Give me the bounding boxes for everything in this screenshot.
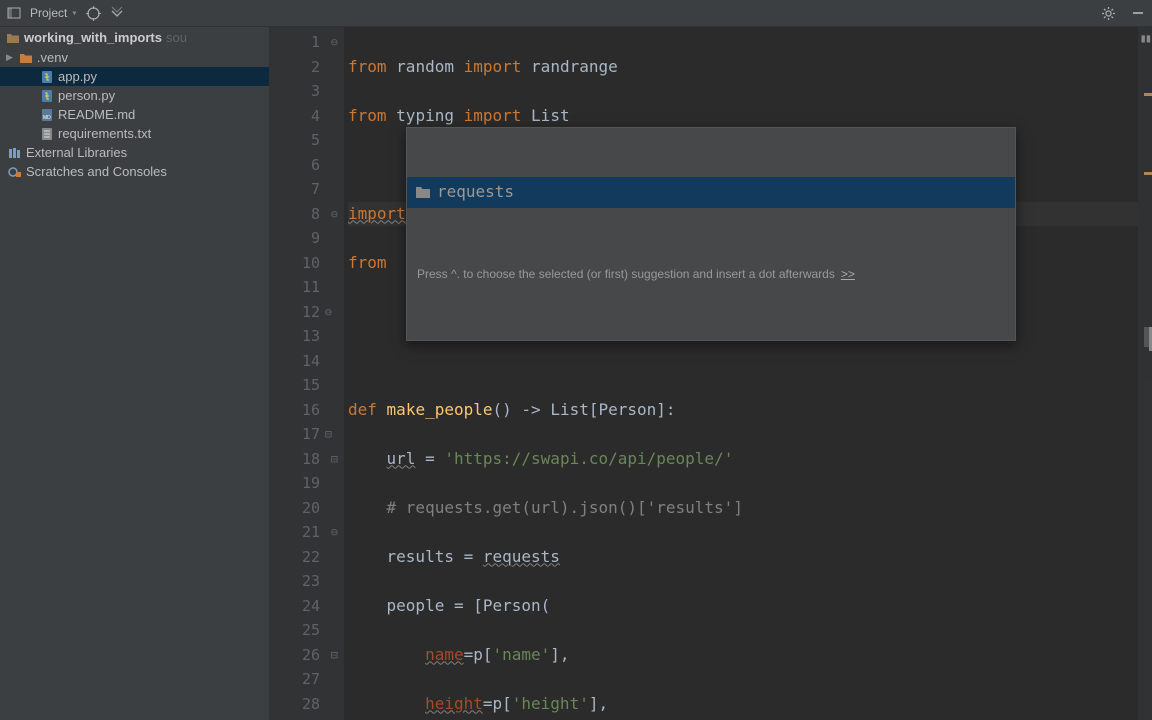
- completion-popup[interactable]: requests Press ^. to choose the selected…: [406, 127, 1016, 341]
- tree-item-external-libs[interactable]: External Libraries: [0, 143, 269, 162]
- tree-item-label: person.py: [58, 88, 115, 103]
- project-root[interactable]: working_with_imports sou: [0, 27, 269, 48]
- target-icon[interactable]: [85, 5, 101, 21]
- editor-scrollbar[interactable]: ▮▮: [1138, 27, 1152, 720]
- completion-item-label: requests: [437, 180, 514, 205]
- completion-hint-link[interactable]: >>: [841, 262, 855, 287]
- top-toolbar: Project ▾: [0, 0, 1152, 27]
- tree-item-venv[interactable]: ▶ .venv: [0, 48, 269, 67]
- code-editor[interactable]: 1⊖ 2 3 4 5 6 7 8⊖ 9 10 11 12⊖ 13 14 15 1…: [270, 27, 1152, 720]
- project-root-suffix: sou: [166, 30, 187, 45]
- svg-text:MD: MD: [43, 115, 51, 121]
- expand-icon[interactable]: [109, 5, 125, 21]
- tree-item-requirements[interactable]: requirements.txt: [0, 124, 269, 143]
- settings-icon[interactable]: [1100, 5, 1116, 21]
- code-content[interactable]: from random import randrange from typing…: [344, 27, 1138, 720]
- tree-item-label: External Libraries: [26, 145, 127, 160]
- dropdown-arrow-icon[interactable]: ▾: [71, 8, 77, 19]
- folder-icon: [415, 185, 431, 199]
- tree-item-label: README.md: [58, 107, 135, 122]
- project-sidebar: working_with_imports sou ▶ .venv app.py …: [0, 27, 270, 720]
- pause-icon[interactable]: ▮▮: [1140, 31, 1150, 45]
- completion-item[interactable]: requests: [407, 177, 1015, 208]
- project-label[interactable]: Project: [30, 6, 67, 20]
- project-root-name: working_with_imports: [24, 30, 162, 45]
- tree-item-label: .venv: [37, 50, 68, 65]
- tree-item-readme[interactable]: MD README.md: [0, 105, 269, 124]
- tree-item-person[interactable]: person.py: [0, 86, 269, 105]
- tree-item-label: Scratches and Consoles: [26, 164, 167, 179]
- completion-hint: Press ^. to choose the selected (or firs…: [407, 257, 1015, 292]
- main-area: working_with_imports sou ▶ .venv app.py …: [0, 27, 1152, 720]
- line-gutter: 1⊖ 2 3 4 5 6 7 8⊖ 9 10 11 12⊖ 13 14 15 1…: [270, 27, 344, 720]
- tree-item-label: requirements.txt: [58, 126, 151, 141]
- minimize-icon[interactable]: [1130, 5, 1146, 21]
- tree-item-app[interactable]: app.py: [0, 67, 269, 86]
- tree-item-scratches[interactable]: Scratches and Consoles: [0, 162, 269, 181]
- tree-item-label: app.py: [58, 69, 97, 84]
- project-tool-icon[interactable]: [6, 5, 22, 21]
